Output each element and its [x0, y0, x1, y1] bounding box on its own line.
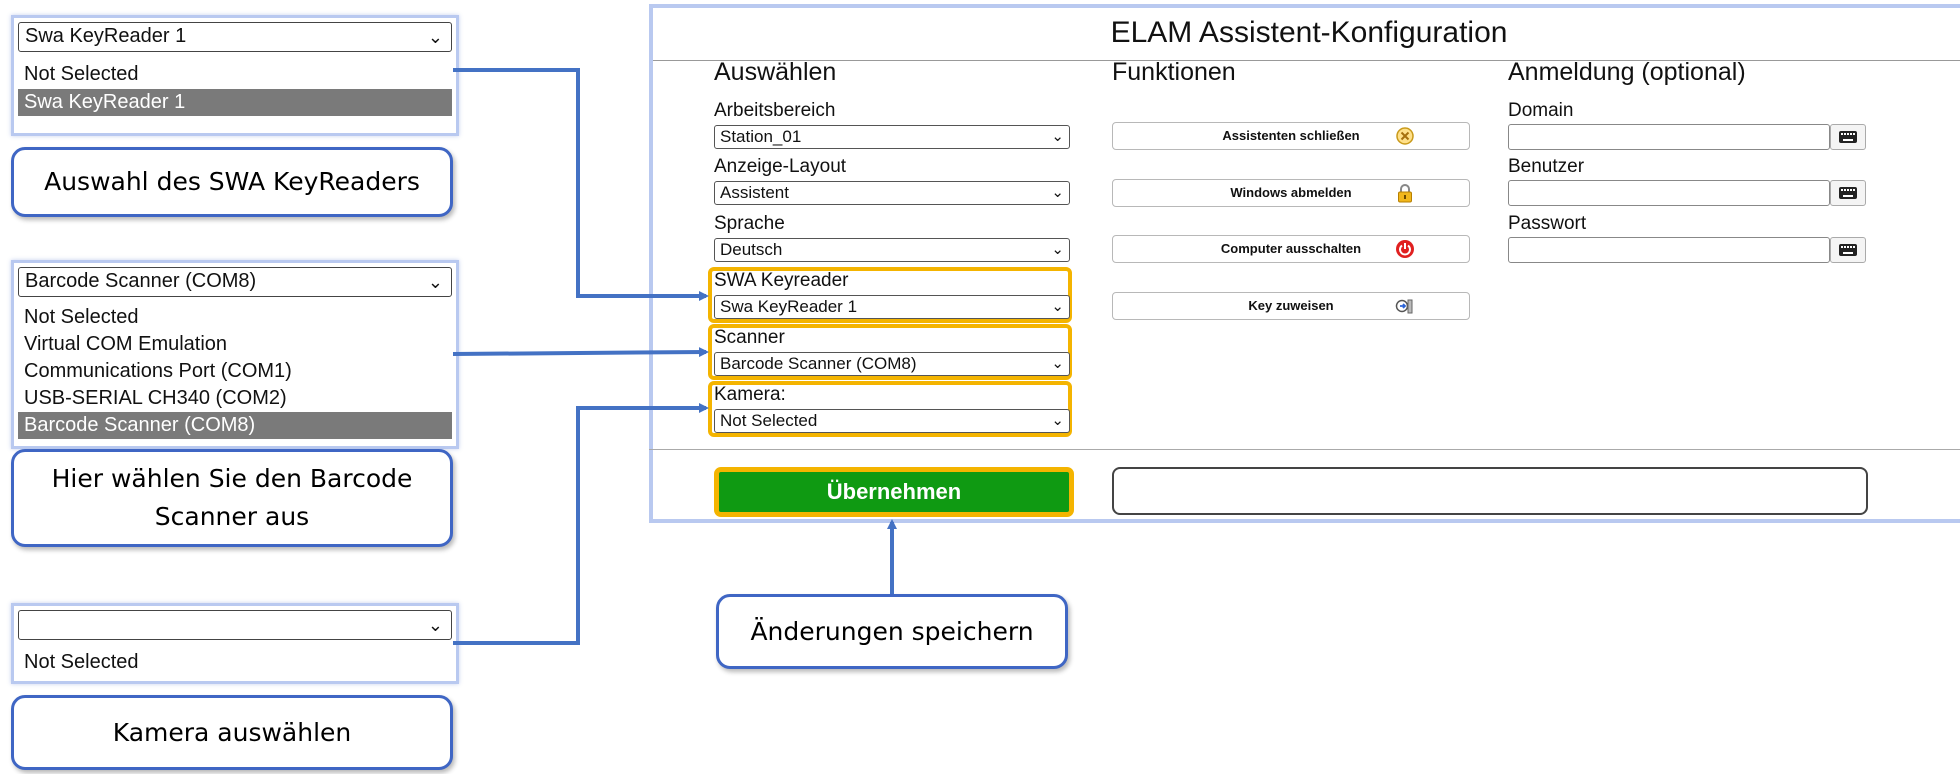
connector-arrows [452, 68, 897, 645]
keyreader-connector-arrow [453, 68, 709, 301]
scanner-connector-arrow [452, 347, 709, 358]
camera-connector-arrow [453, 403, 709, 645]
